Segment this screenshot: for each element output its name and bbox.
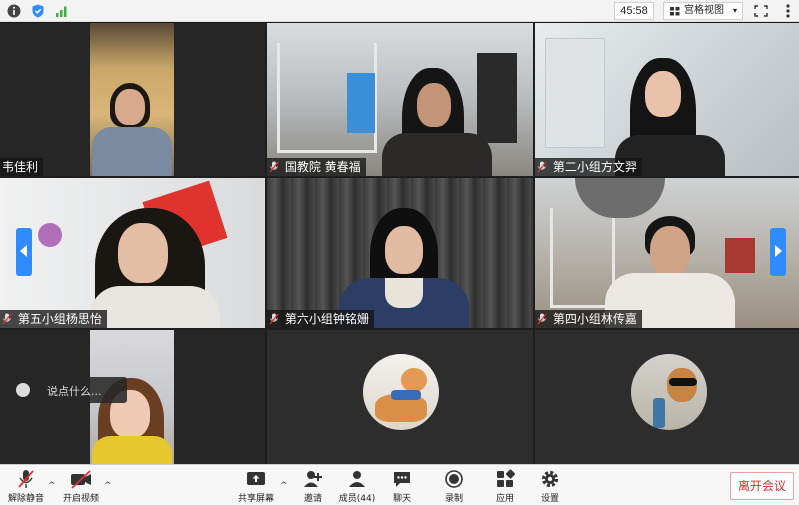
invite-label: 邀请 [303,494,322,504]
members-button[interactable]: 成员(44) [336,469,378,504]
participant-name: 第六小组钟铭姗 [284,312,369,326]
share-screen-label: 共享屏幕 [237,494,274,504]
participant-name-label: 第二小组方文羿 [535,158,642,176]
settings-button[interactable]: 设置 [536,469,564,504]
record-label: 录制 [444,494,463,504]
leave-meeting-button[interactable]: 离开会议 [730,472,794,500]
unmute-button[interactable]: 解除静音 [6,469,46,504]
participant-name-label: 第五小组杨思怡 [0,310,107,328]
video-tile[interactable]: 第五小组杨思怡 [0,178,265,328]
participant-video [535,178,799,328]
participant-name: 国教院 黄春福 [284,160,361,174]
microphone-icon [269,161,279,173]
participant-name: 韦佳利 [2,160,39,174]
next-page-arrow[interactable] [770,228,786,276]
shield-icon[interactable] [30,3,46,19]
participant-avatar [363,354,439,430]
microphone-icon [2,313,12,325]
video-tile[interactable] [535,330,799,464]
record-icon [445,470,463,488]
bottom-toolbar: 解除静音 ^ 开启视频 ^ 共享屏幕 ^ 邀请 成员(44) 聊天 录制 应用 … [0,464,799,505]
participant-name-label: 第六小组钟铭姗 [267,310,374,328]
invite-button[interactable]: 邀请 [296,469,330,504]
start-video-label: 开启视频 [62,494,99,504]
participant-name: 第二小组方文羿 [552,160,637,174]
participant-name: 第五小组杨思怡 [17,312,102,326]
participant-video [535,23,799,176]
video-tile[interactable]: 第六小组钟铭姗 [267,178,533,328]
apps-icon [497,469,515,487]
meeting-window: 45:58 宫格视图 ▾ 韦佳利 国教院 黄春福 第二小组方文羿 第五小组杨思怡… [0,0,799,505]
chat-placeholder: 说点什么... [47,385,102,398]
microphone-icon [537,313,547,325]
participant-name: 第四小组林传嘉 [552,312,637,326]
video-tile[interactable]: 第二小组方文羿 [535,23,799,176]
share-screen-icon [247,472,265,485]
add-person-icon [304,471,322,487]
microphone-icon [537,161,547,173]
more-options-icon[interactable] [778,2,798,20]
signal-icon[interactable] [54,3,70,19]
participant-video [267,23,533,176]
grid-view-icon [670,7,680,16]
members-label: 成员(44) [338,494,376,504]
video-tile[interactable] [267,330,533,464]
chevron-right-icon [775,245,782,257]
apps-label: 应用 [495,494,514,504]
chat-button[interactable]: 聊天 [388,469,416,504]
fullscreen-icon[interactable] [750,2,772,20]
share-screen-button[interactable]: 共享屏幕 [236,469,276,504]
video-tile[interactable]: 第四小组林传嘉 [535,178,799,328]
participant-video [90,23,174,176]
members-icon [349,471,365,487]
chat-input-overlay[interactable]: 说点什么... [9,377,127,403]
info-icon[interactable] [6,3,22,19]
chat-label: 聊天 [392,494,411,504]
participant-name-label: 第四小组林传嘉 [535,310,642,328]
video-tile[interactable]: 国教院 黄春福 [267,23,533,176]
participant-name-label: 国教院 黄春福 [267,158,366,176]
share-options-caret[interactable]: ^ [280,481,288,491]
video-camera-off-icon [71,470,91,489]
start-video-button[interactable]: 开启视频 [60,469,102,504]
audio-options-caret[interactable]: ^ [48,481,56,491]
view-mode-dropdown[interactable]: 宫格视图 ▾ [663,2,743,20]
meeting-timer: 45:58 [614,2,654,20]
view-mode-label: 宫格视图 [684,5,724,16]
emoji-icon[interactable] [16,383,30,397]
video-options-caret[interactable]: ^ [104,481,112,491]
participant-video [267,178,533,328]
chevron-left-icon [20,245,27,257]
record-button[interactable]: 录制 [440,469,468,504]
top-bar: 45:58 宫格视图 ▾ [0,0,799,22]
microphone-icon [269,313,279,325]
settings-label: 设置 [540,494,559,504]
gear-icon [541,470,559,488]
chevron-down-icon: ▾ [732,6,737,15]
participant-name-label: 韦佳利 [0,158,44,176]
chat-icon [394,472,410,487]
participant-avatar [631,354,707,430]
video-tile[interactable]: 韦佳利 [0,23,265,176]
unmute-label: 解除静音 [7,494,44,504]
apps-button[interactable]: 应用 [491,469,519,504]
previous-page-arrow[interactable] [16,228,32,276]
participant-video [0,178,265,328]
microphone-muted-icon [18,470,34,488]
